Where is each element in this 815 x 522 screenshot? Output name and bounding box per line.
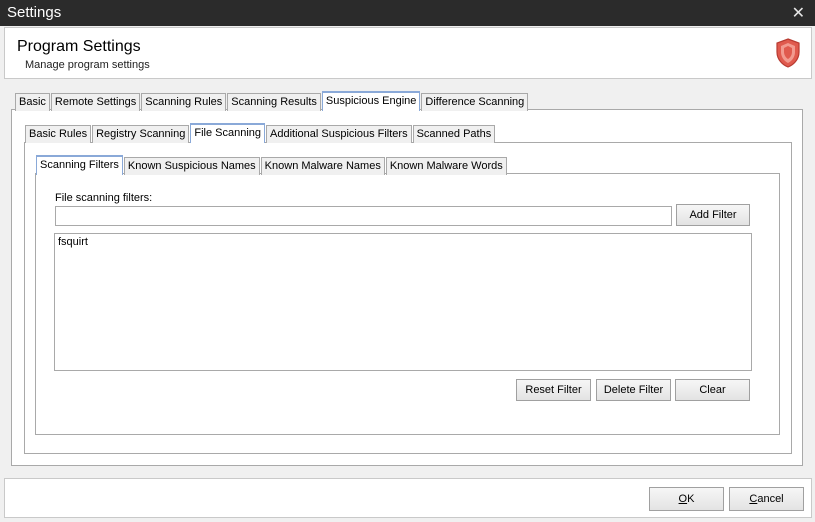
add-filter-button[interactable]: Add Filter	[676, 204, 750, 226]
page-subtitle: Manage program settings	[25, 59, 150, 71]
file-tab-strip: Scanning Filters Known Suspicious Names …	[36, 155, 508, 175]
clear-button[interactable]: Clear	[675, 379, 750, 401]
page-title: Program Settings	[17, 38, 141, 55]
cancel-button[interactable]: Cancel	[729, 487, 804, 511]
tab-file-scanning[interactable]: File Scanning	[190, 123, 266, 143]
main-tab-strip: Basic Remote Settings Scanning Rules Sca…	[15, 91, 529, 111]
tab-basic-rules[interactable]: Basic Rules	[25, 125, 92, 143]
tab-registry-scanning[interactable]: Registry Scanning	[92, 125, 190, 143]
ok-button[interactable]: OK	[649, 487, 724, 511]
filters-label: File scanning filters:	[55, 192, 153, 204]
shield-icon	[776, 38, 800, 68]
tab-additional-suspicious-filters[interactable]: Additional Suspicious Filters	[266, 125, 412, 143]
tab-scanning-rules[interactable]: Scanning Rules	[141, 93, 227, 111]
tab-known-suspicious-names[interactable]: Known Suspicious Names	[123, 157, 260, 175]
filters-listbox[interactable]: fsquirt	[54, 233, 752, 371]
tab-scanning-results[interactable]: Scanning Results	[227, 93, 321, 111]
filter-input[interactable]	[55, 206, 672, 226]
settings-header: Program Settings Manage program settings	[4, 27, 812, 79]
tab-suspicious-engine[interactable]: Suspicious Engine	[321, 91, 421, 111]
reset-filter-button[interactable]: Reset Filter	[516, 379, 591, 401]
window-title: Settings	[7, 4, 62, 21]
delete-filter-button[interactable]: Delete Filter	[596, 379, 671, 401]
title-bar: Settings ✕	[0, 0, 815, 26]
tab-scanned-paths[interactable]: Scanned Paths	[412, 125, 496, 143]
engine-tab-strip: Basic Rules Registry Scanning File Scann…	[25, 123, 496, 143]
tab-known-malware-names[interactable]: Known Malware Names	[260, 157, 385, 175]
tab-basic[interactable]: Basic	[15, 93, 50, 111]
list-item[interactable]: fsquirt	[58, 236, 88, 248]
tab-difference-scanning[interactable]: Difference Scanning	[421, 93, 529, 111]
tab-scanning-filters[interactable]: Scanning Filters	[36, 155, 123, 175]
tab-remote-settings[interactable]: Remote Settings	[50, 93, 141, 111]
close-icon[interactable]: ✕	[792, 3, 805, 23]
tab-known-malware-words[interactable]: Known Malware Words	[385, 157, 507, 175]
